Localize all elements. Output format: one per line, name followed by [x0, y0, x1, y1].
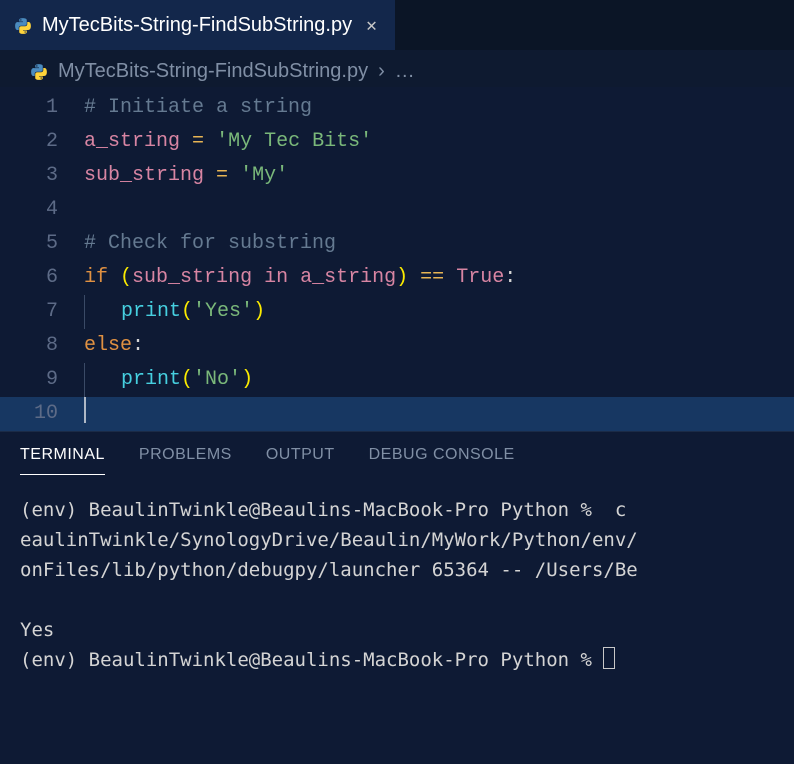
panel-tab-debug[interactable]: DEBUG CONSOLE — [369, 446, 515, 475]
code-token — [180, 130, 192, 153]
tab-label: MyTecBits-String-FindSubString.py — [42, 14, 352, 37]
code-line[interactable]: 3sub_string = 'My' — [0, 159, 794, 193]
editor-window: MyTecBits-String-FindSubString.py ✕ MyTe… — [0, 0, 794, 764]
code-token: else — [84, 334, 132, 357]
code-line[interactable]: 4 — [0, 193, 794, 227]
code-token: : — [132, 334, 144, 357]
code-token: sub_string — [132, 266, 252, 289]
code-line[interactable]: 5# Check for substring — [0, 227, 794, 261]
code-token: 'Yes' — [193, 300, 253, 323]
code-content[interactable]: a_string = 'My Tec Bits' — [84, 125, 794, 159]
code-token: # Check for substring — [84, 232, 336, 255]
code-token: = — [216, 164, 228, 187]
line-number: 9 — [0, 363, 84, 397]
code-line[interactable]: 1# Initiate a string — [0, 91, 794, 125]
code-token: ) — [396, 266, 408, 289]
line-number: 7 — [0, 295, 84, 329]
line-number: 6 — [0, 261, 84, 295]
code-token: ( — [181, 368, 193, 391]
code-token: ) — [253, 300, 265, 323]
code-token — [288, 266, 300, 289]
code-token: 'No' — [193, 368, 241, 391]
code-token: ( — [120, 266, 132, 289]
code-token: True — [456, 266, 504, 289]
line-number: 2 — [0, 125, 84, 159]
terminal-output[interactable]: (env) BeaulinTwinkle@Beaulins-MacBook-Pr… — [0, 475, 794, 675]
terminal-line: (env) BeaulinTwinkle@Beaulins-MacBook-Pr… — [20, 495, 774, 525]
file-tab[interactable]: MyTecBits-String-FindSubString.py ✕ — [0, 0, 395, 50]
line-number: 1 — [0, 91, 84, 125]
code-line[interactable]: 9 print('No') — [0, 363, 794, 397]
code-token — [252, 266, 264, 289]
code-token — [408, 266, 420, 289]
code-content[interactable]: sub_string = 'My' — [84, 159, 794, 193]
terminal-line: eaulinTwinkle/SynologyDrive/Beaulin/MyWo… — [20, 525, 774, 555]
code-content[interactable]: # Check for substring — [84, 227, 794, 261]
code-token: ( — [181, 300, 193, 323]
python-icon — [14, 17, 32, 35]
breadcrumb-rest: … — [395, 60, 415, 83]
code-token: in — [264, 266, 288, 289]
code-token: print — [121, 368, 181, 391]
terminal-prompt: (env) BeaulinTwinkle@Beaulins-MacBook-Pr… — [20, 649, 603, 671]
line-number: 5 — [0, 227, 84, 261]
code-token: : — [504, 266, 516, 289]
code-token: 'My Tec Bits' — [216, 130, 372, 153]
code-token: if — [84, 266, 108, 289]
breadcrumb-file: MyTecBits-String-FindSubString.py — [58, 60, 368, 83]
code-line[interactable]: 10 — [0, 397, 794, 431]
chevron-right-icon: › — [378, 60, 385, 83]
text-cursor — [84, 397, 86, 423]
terminal-line: Yes — [20, 615, 774, 645]
code-content[interactable]: if (sub_string in a_string) == True: — [84, 261, 794, 295]
code-token: print — [121, 300, 181, 323]
code-content[interactable]: else: — [84, 329, 794, 363]
code-token: 'My' — [240, 164, 288, 187]
code-token: a_string — [84, 130, 180, 153]
terminal-cursor — [603, 647, 615, 669]
breadcrumb[interactable]: MyTecBits-String-FindSubString.py › … — [0, 50, 794, 87]
code-content[interactable]: # Initiate a string — [84, 91, 794, 125]
code-token: == — [420, 266, 444, 289]
panel-tab-terminal[interactable]: TERMINAL — [20, 446, 105, 475]
line-number: 8 — [0, 329, 84, 363]
line-number: 4 — [0, 193, 84, 227]
code-token: sub_string — [84, 164, 204, 187]
code-content[interactable] — [84, 397, 794, 432]
close-icon[interactable]: ✕ — [362, 13, 381, 39]
code-token — [108, 266, 120, 289]
code-token: # Initiate a string — [84, 96, 312, 119]
code-token — [444, 266, 456, 289]
code-content[interactable]: print('Yes') — [84, 295, 794, 329]
bottom-panel: TERMINAL PROBLEMS OUTPUT DEBUG CONSOLE (env… — [0, 431, 794, 764]
code-token — [228, 164, 240, 187]
line-number: 3 — [0, 159, 84, 193]
terminal-prompt-line[interactable]: (env) BeaulinTwinkle@Beaulins-MacBook-Pr… — [20, 645, 774, 675]
code-token: a_string — [300, 266, 396, 289]
code-content[interactable]: print('No') — [84, 363, 794, 397]
code-token: = — [192, 130, 204, 153]
panel-tabs: TERMINAL PROBLEMS OUTPUT DEBUG CONSOLE — [0, 432, 794, 475]
indent-guide — [84, 295, 85, 329]
code-line[interactable]: 6if (sub_string in a_string) == True: — [0, 261, 794, 295]
code-line[interactable]: 8else: — [0, 329, 794, 363]
code-token — [204, 164, 216, 187]
terminal-line — [20, 585, 774, 615]
terminal-line: onFiles/lib/python/debugpy/launcher 6536… — [20, 555, 774, 585]
python-icon — [30, 63, 48, 81]
code-token — [204, 130, 216, 153]
line-number: 10 — [0, 397, 84, 431]
code-line[interactable]: 2a_string = 'My Tec Bits' — [0, 125, 794, 159]
code-token: ) — [241, 368, 253, 391]
code-editor[interactable]: 1# Initiate a string2a_string = 'My Tec … — [0, 87, 794, 431]
code-line[interactable]: 7 print('Yes') — [0, 295, 794, 329]
tab-bar: MyTecBits-String-FindSubString.py ✕ — [0, 0, 794, 50]
panel-tab-output[interactable]: OUTPUT — [266, 446, 335, 475]
indent-guide — [84, 363, 85, 397]
panel-tab-problems[interactable]: PROBLEMS — [139, 446, 232, 475]
